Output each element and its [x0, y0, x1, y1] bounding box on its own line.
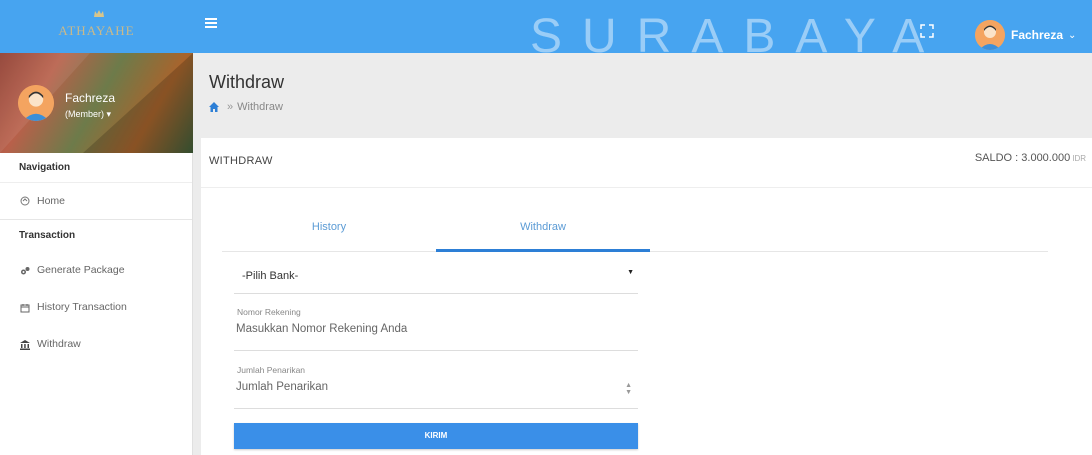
user-menu[interactable]: Fachreza ⌄: [975, 20, 1076, 50]
gears-icon: [21, 266, 30, 274]
nomor-rekening-label: Nomor Rekening: [237, 307, 301, 317]
sidebar-item-label: History Transaction: [37, 301, 127, 313]
sidebar-item-history-transaction[interactable]: History Transaction: [0, 289, 192, 326]
jumlah-penarikan-input[interactable]: [236, 381, 616, 393]
crown-icon: [94, 10, 104, 17]
sidebar-item-withdraw[interactable]: Withdraw: [0, 326, 192, 363]
bank-select[interactable]: -Pilih Bank- ▼: [234, 258, 638, 294]
saldo-amount: SALDO : 3.000.000: [974, 152, 1071, 164]
breadcrumb-separator: »: [227, 101, 234, 113]
number-spinner-icon[interactable]: ▲ ▼: [625, 382, 632, 396]
top-navbar: ATHAYAHE SURABAYA Fachreza ⌄: [0, 0, 1092, 61]
profile-name: Fachreza: [65, 91, 116, 105]
home-outline-icon: [20, 196, 30, 206]
page-title: Withdraw: [209, 72, 285, 92]
caret-down-icon: ▼: [627, 269, 634, 276]
breadcrumb: » Withdraw: [209, 101, 283, 113]
transaction-heading: Transaction: [19, 230, 76, 241]
tab-history[interactable]: History: [222, 212, 436, 252]
sidebar: Fachreza (Member) ▾ Navigation Home Tran…: [0, 53, 193, 455]
bank-icon: [20, 339, 30, 350]
sidebar-profile: Fachreza (Member) ▾: [0, 53, 193, 153]
sidebar-item-label: Generate Package: [37, 264, 125, 276]
profile-role-dropdown[interactable]: (Member) ▾: [65, 109, 111, 120]
tab-bar: History Withdraw: [222, 212, 1048, 252]
sidebar-item-generate-package[interactable]: Generate Package: [0, 252, 192, 289]
menu-toggle-icon[interactable]: [205, 18, 217, 28]
brand-logo-text: ATHAYAHE: [58, 22, 135, 38]
tab-withdraw[interactable]: Withdraw: [436, 212, 650, 252]
jumlah-penarikan-field: Jumlah Penarikan ▲▼: [234, 361, 638, 409]
nomor-rekening-input[interactable]: [236, 323, 616, 335]
nomor-rekening-field: Nomor Rekening: [234, 303, 638, 351]
page-header: Withdraw » Withdraw: [193, 53, 1092, 135]
history-icon: [20, 303, 30, 312]
bank-select-value: -Pilih Bank-: [242, 270, 299, 282]
sidebar-item-label: Withdraw: [37, 338, 81, 350]
saldo-currency: IDR: [1072, 154, 1086, 163]
fullscreen-icon[interactable]: [920, 24, 934, 38]
chevron-down-icon: ⌄: [1068, 29, 1077, 41]
jumlah-penarikan-label: Jumlah Penarikan: [237, 365, 306, 375]
user-avatar: [975, 20, 1005, 50]
breadcrumb-current: Withdraw: [237, 101, 283, 113]
withdraw-card: WITHDRAW SALDO : 3.000.000 IDR History Wi…: [201, 138, 1092, 455]
kirim-button[interactable]: KIRIM: [234, 423, 638, 449]
card-title: WITHDRAW: [209, 155, 273, 167]
sidebar-item-label: Home: [37, 194, 66, 207]
user-name: Fachreza: [1011, 28, 1064, 42]
nav-heading: Navigation: [0, 153, 192, 183]
sidebar-item-home[interactable]: Home: [0, 183, 192, 220]
profile-avatar: [18, 85, 54, 121]
card-header: WITHDRAW SALDO : 3.000.000 IDR: [201, 138, 1092, 188]
brand-logo[interactable]: ATHAYAHE: [0, 0, 193, 53]
home-icon[interactable]: [209, 102, 219, 112]
saldo-balance: SALDO : 3.000.000 IDR: [975, 152, 1086, 164]
